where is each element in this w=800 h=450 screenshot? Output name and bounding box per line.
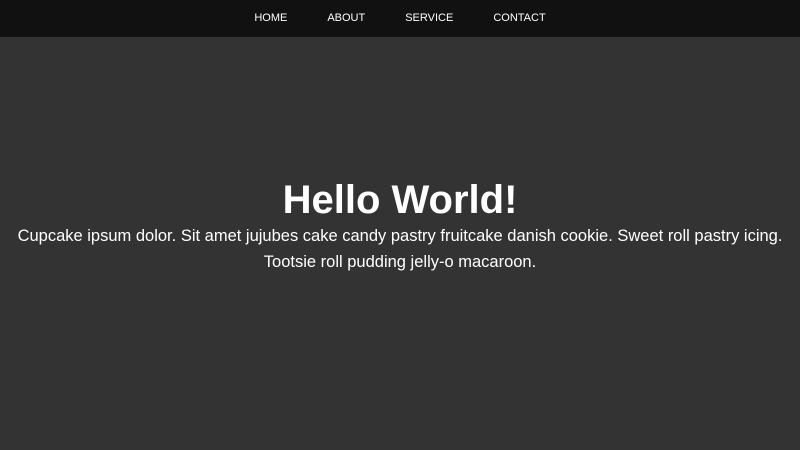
nav-link-about[interactable]: ABOUT [327,13,365,24]
nav-link-home[interactable]: HOME [254,13,287,24]
nav-link-service[interactable]: SERVICE [405,13,453,24]
top-navbar: HOME ABOUT SERVICE CONTACT [0,0,800,37]
nav-link-contact[interactable]: CONTACT [493,13,545,24]
hero-section: Hello World! Cupcake ipsum dolor. Sit am… [0,177,800,275]
hero-title: Hello World! [282,178,518,222]
main-content: Hello World! Cupcake ipsum dolor. Sit am… [0,37,800,450]
hero-description: Cupcake ipsum dolor. Sit amet jujubes ca… [17,227,783,271]
